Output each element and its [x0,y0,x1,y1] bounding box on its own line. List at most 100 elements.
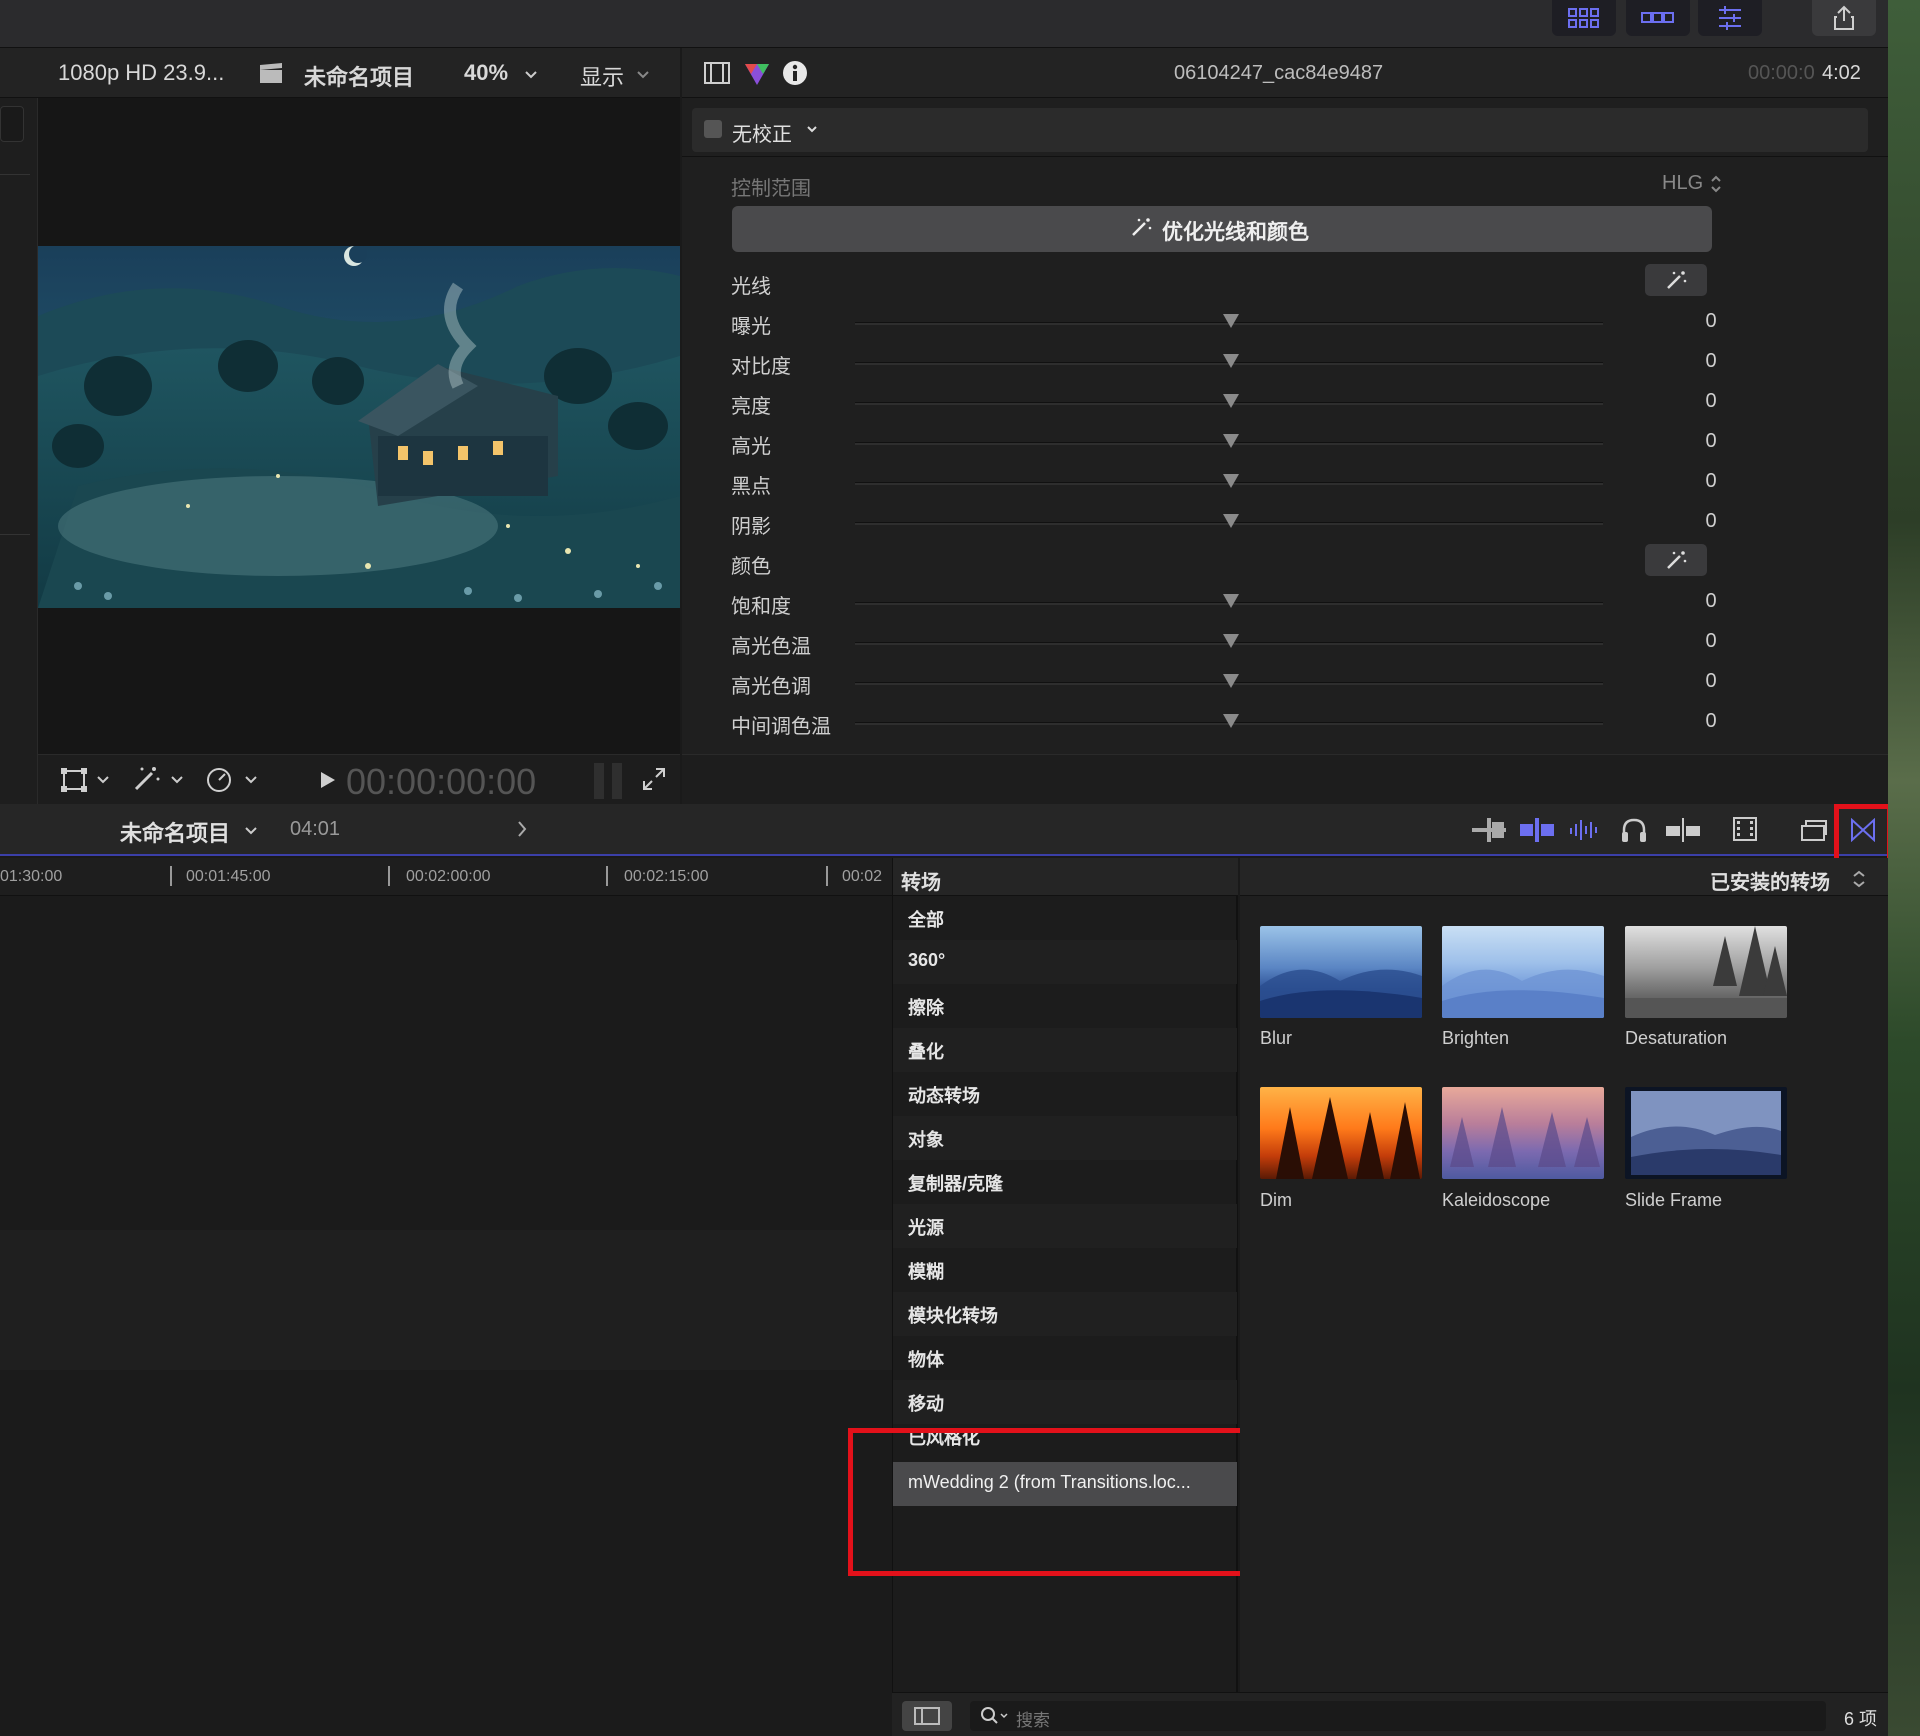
audio-skimming-icon[interactable] [1568,816,1602,849]
chevron-right-icon[interactable] [516,820,528,843]
project-name[interactable]: 未命名项目 [304,60,414,92]
color-inspector-icon[interactable] [744,62,770,91]
search-field[interactable]: 搜索 [970,1701,1826,1731]
timecode-dim: 00:00:0 [1748,62,1815,84]
transition-label[interactable]: Desaturation [1625,1028,1727,1049]
auto-color-button[interactable] [1645,544,1707,576]
slider-row: 高光色温 0 [731,630,1717,658]
share-button[interactable] [1812,0,1876,36]
chevron-down-icon[interactable] [524,62,538,88]
transition-thumb-desaturation[interactable] [1625,926,1787,1018]
magic-wand-icon [1667,271,1687,289]
slider-row: 曝光 0 [731,310,1717,338]
transition-thumb-brighten[interactable] [1442,926,1604,1018]
slider-handle[interactable] [1223,394,1239,408]
info-icon[interactable] [782,60,808,91]
timeline-strip-button[interactable] [1626,0,1690,36]
category-item[interactable]: 对象 [893,1116,1237,1160]
headphones-icon[interactable] [1620,816,1648,849]
slider-handle[interactable] [1223,354,1239,368]
film-icon[interactable] [704,62,730,89]
transition-label[interactable]: Dim [1260,1190,1292,1211]
clip-name: 06104247_cac84e9487 [1174,62,1384,84]
timeline-header: 未命名项目 04:01 [0,804,1892,870]
category-item[interactable]: 光源 [893,1204,1237,1248]
slider-row: 亮度 0 [731,390,1717,418]
transition-label[interactable]: Kaleidoscope [1442,1190,1550,1211]
transition-label[interactable]: Brighten [1442,1028,1509,1049]
timeline-track-area[interactable] [0,896,892,1736]
control-range-value[interactable]: HLG [1662,172,1703,195]
category-item[interactable]: 模块化转场 [893,1292,1237,1336]
enhance-light-color-button[interactable]: 优化光线和颜色 [732,206,1712,252]
transition-label[interactable]: Blur [1260,1028,1292,1049]
transition-thumb-slide-frame[interactable] [1625,1087,1787,1179]
slider-row: 高光色调 0 [731,670,1717,698]
transition-label[interactable]: Slide Frame [1625,1190,1722,1211]
category-item[interactable]: 全部 [893,896,1237,940]
category-item[interactable]: 模糊 [893,1248,1237,1292]
chevron-down-icon[interactable] [96,773,110,792]
slider-handle[interactable] [1223,594,1239,608]
category-item[interactable]: 物体 [893,1336,1237,1380]
format-label[interactable]: 1080p HD 23.9... [58,60,224,86]
section-light: 光线 [731,262,1731,302]
stepper-icon[interactable] [1852,870,1866,893]
effects-browser-icon[interactable] [1800,818,1828,847]
append-icon[interactable] [1472,816,1506,849]
slider-handle[interactable] [1223,474,1239,488]
skimming-icon[interactable] [1520,816,1554,849]
sliders-icon [1719,6,1741,30]
checkbox[interactable] [704,120,722,138]
timeline-project-name[interactable]: 未命名项目 [120,816,230,848]
display-menu[interactable]: 显示 [580,60,624,92]
clapper-icon [258,62,284,90]
zoom-level[interactable]: 40% [464,60,508,86]
section-label: 颜色 [731,556,771,578]
video-frame[interactable] [38,246,680,608]
slider-row: 对比度 0 [731,350,1717,378]
category-item[interactable]: 复制器/克隆 [893,1160,1237,1204]
play-icon[interactable] [320,771,336,794]
transform-icon[interactable] [60,767,88,798]
left-sidebar-strip [0,98,38,804]
auto-light-button[interactable] [1645,264,1707,296]
fullscreen-icon[interactable] [642,767,666,796]
slider-row: 饱和度 0 [731,590,1717,618]
slider-handle[interactable] [1223,634,1239,648]
chevron-down-icon[interactable] [244,824,258,843]
correction-dropdown[interactable]: 无校正 [732,118,792,147]
chevron-down-icon[interactable] [170,773,184,792]
stepper-icon[interactable] [1710,174,1722,199]
chevron-down-icon[interactable] [806,122,818,140]
transition-thumb-dim[interactable] [1260,1087,1422,1179]
snapping-icon[interactable] [1666,816,1700,849]
slider-handle[interactable] [1223,714,1239,728]
timeline-duration: 04:01 [290,818,341,840]
installed-transitions-filter[interactable]: 已安装的转场 [1710,866,1830,895]
transition-thumb-blur[interactable] [1260,926,1422,1018]
category-item[interactable]: 动态转场 [893,1072,1237,1116]
slider-handle[interactable] [1223,314,1239,328]
slider-handle[interactable] [1223,674,1239,688]
chevron-down-icon[interactable] [244,773,258,792]
slider-handle[interactable] [1223,514,1239,528]
category-item[interactable]: 360° [893,940,1237,984]
library-grid-button[interactable] [1552,0,1616,36]
category-item[interactable]: 叠化 [893,1028,1237,1072]
speed-gauge-icon[interactable] [206,767,234,798]
slider-row: 高光 0 [731,430,1717,458]
slider-handle[interactable] [1223,434,1239,448]
category-item[interactable]: 擦除 [893,984,1237,1028]
transition-thumb-kaleidoscope[interactable] [1442,1087,1604,1179]
grid-icon [1568,8,1599,28]
category-item[interactable]: 移动 [893,1380,1237,1424]
control-range-label: 控制范围 [731,178,811,200]
chevron-down-icon[interactable] [636,62,650,88]
sidebar-toggle-button[interactable] [902,1701,952,1731]
sidebar-icon [914,1707,940,1725]
browser-filter-header: 已安装的转场 [1240,858,1888,896]
magic-wand-icon[interactable] [132,765,160,798]
inspector-toggle-button[interactable] [1698,0,1762,36]
clip-appearance-icon[interactable] [1732,816,1758,847]
